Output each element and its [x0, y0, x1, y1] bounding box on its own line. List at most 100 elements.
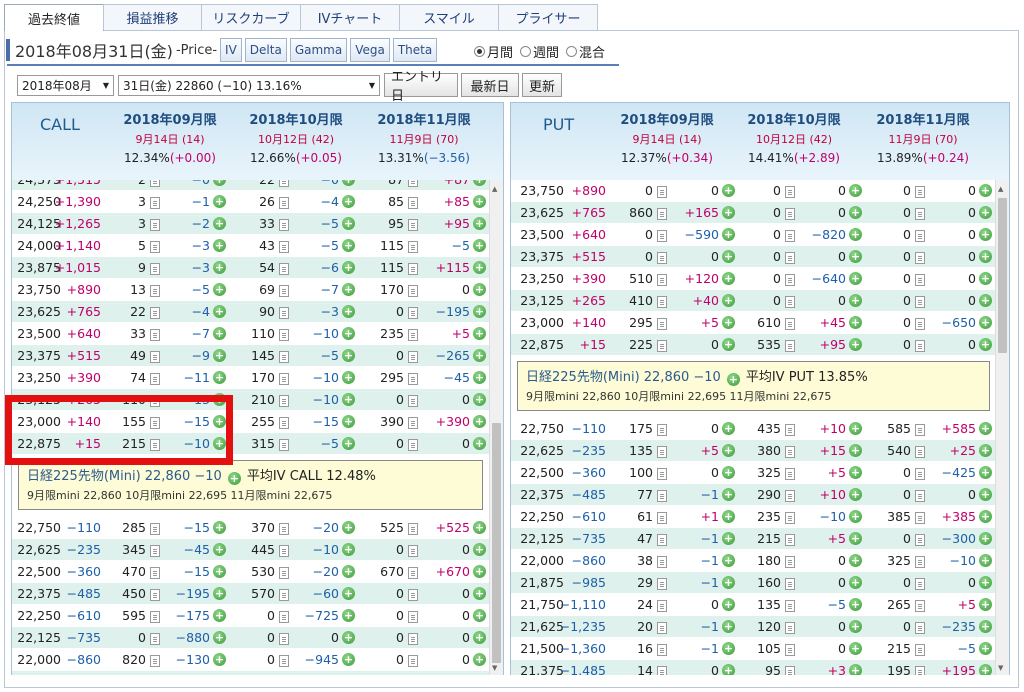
- add-icon[interactable]: +: [849, 316, 862, 329]
- document-icon[interactable]: [150, 611, 160, 623]
- add-icon[interactable]: +: [227, 472, 241, 485]
- scroll-thumb[interactable]: [492, 423, 501, 663]
- document-icon[interactable]: [785, 644, 795, 656]
- document-icon[interactable]: [150, 545, 160, 557]
- add-icon[interactable]: +: [213, 305, 226, 318]
- document-icon[interactable]: [915, 468, 925, 480]
- entry-date-button[interactable]: エントリ日: [384, 70, 458, 104]
- add-icon[interactable]: +: [979, 466, 992, 479]
- document-icon[interactable]: [408, 241, 418, 253]
- document-icon[interactable]: [785, 534, 795, 546]
- document-icon[interactable]: [408, 567, 418, 579]
- document-icon[interactable]: [657, 490, 667, 502]
- add-icon[interactable]: +: [213, 195, 226, 208]
- add-icon[interactable]: +: [849, 338, 862, 351]
- add-icon[interactable]: +: [979, 488, 992, 501]
- radio-monthly[interactable]: 月間: [474, 42, 513, 61]
- document-icon[interactable]: [657, 600, 667, 612]
- add-icon[interactable]: +: [342, 521, 355, 534]
- add-icon[interactable]: +: [473, 180, 486, 186]
- add-icon[interactable]: +: [979, 294, 992, 307]
- add-icon[interactable]: +: [213, 217, 226, 230]
- add-icon[interactable]: +: [213, 631, 226, 644]
- document-icon[interactable]: [657, 622, 667, 634]
- add-icon[interactable]: +: [213, 283, 226, 296]
- tab-pricer[interactable]: プライサー: [498, 4, 598, 30]
- tab-risk-curve[interactable]: リスクカーブ: [201, 4, 301, 30]
- add-icon[interactable]: +: [979, 554, 992, 567]
- document-icon[interactable]: [915, 622, 925, 634]
- document-icon[interactable]: [915, 208, 925, 220]
- document-icon[interactable]: [785, 446, 795, 458]
- add-icon[interactable]: +: [979, 444, 992, 457]
- add-icon[interactable]: +: [473, 653, 486, 666]
- document-icon[interactable]: [150, 197, 160, 209]
- iv-button[interactable]: IV: [220, 38, 242, 62]
- document-icon[interactable]: [915, 424, 925, 436]
- document-icon[interactable]: [150, 633, 160, 645]
- add-icon[interactable]: +: [342, 587, 355, 600]
- add-icon[interactable]: +: [213, 653, 226, 666]
- document-icon[interactable]: [915, 512, 925, 524]
- add-icon[interactable]: +: [473, 609, 486, 622]
- document-icon[interactable]: [150, 241, 160, 253]
- add-icon[interactable]: +: [849, 466, 862, 479]
- document-icon[interactable]: [279, 373, 289, 385]
- document-icon[interactable]: [915, 274, 925, 286]
- document-icon[interactable]: [150, 589, 160, 601]
- add-icon[interactable]: +: [722, 316, 735, 329]
- document-icon[interactable]: [279, 567, 289, 579]
- add-icon[interactable]: +: [722, 444, 735, 457]
- document-icon[interactable]: [408, 263, 418, 275]
- document-icon[interactable]: [915, 296, 925, 308]
- document-icon[interactable]: [408, 439, 418, 451]
- document-icon[interactable]: [408, 589, 418, 601]
- document-icon[interactable]: [408, 180, 418, 187]
- add-icon[interactable]: +: [979, 316, 992, 329]
- add-icon[interactable]: +: [342, 327, 355, 340]
- add-icon[interactable]: +: [722, 664, 735, 675]
- document-icon[interactable]: [408, 417, 418, 429]
- document-icon[interactable]: [915, 600, 925, 612]
- document-icon[interactable]: [279, 351, 289, 363]
- document-icon[interactable]: [915, 446, 925, 458]
- add-icon[interactable]: +: [979, 598, 992, 611]
- document-icon[interactable]: [408, 197, 418, 209]
- document-icon[interactable]: [279, 329, 289, 341]
- add-icon[interactable]: +: [213, 543, 226, 556]
- add-icon[interactable]: +: [473, 217, 486, 230]
- document-icon[interactable]: [657, 468, 667, 480]
- document-icon[interactable]: [408, 351, 418, 363]
- add-icon[interactable]: +: [979, 620, 992, 633]
- add-icon[interactable]: +: [979, 184, 992, 197]
- add-icon[interactable]: +: [979, 250, 992, 263]
- document-icon[interactable]: [279, 655, 289, 667]
- document-icon[interactable]: [408, 373, 418, 385]
- add-icon[interactable]: +: [473, 261, 486, 274]
- document-icon[interactable]: [785, 208, 795, 220]
- add-icon[interactable]: +: [849, 184, 862, 197]
- add-icon[interactable]: +: [722, 338, 735, 351]
- add-icon[interactable]: +: [473, 565, 486, 578]
- document-icon[interactable]: [408, 633, 418, 645]
- document-icon[interactable]: [408, 307, 418, 319]
- radio-mixed[interactable]: 混合: [566, 42, 605, 61]
- document-icon[interactable]: [150, 373, 160, 385]
- add-icon[interactable]: +: [722, 554, 735, 567]
- add-icon[interactable]: +: [342, 349, 355, 362]
- document-icon[interactable]: [408, 655, 418, 667]
- add-icon[interactable]: +: [849, 250, 862, 263]
- add-icon[interactable]: +: [213, 565, 226, 578]
- add-icon[interactable]: +: [213, 609, 226, 622]
- refresh-button[interactable]: 更新: [522, 73, 562, 97]
- add-icon[interactable]: +: [722, 206, 735, 219]
- add-icon[interactable]: +: [342, 283, 355, 296]
- add-icon[interactable]: +: [342, 371, 355, 384]
- document-icon[interactable]: [915, 186, 925, 198]
- document-icon[interactable]: [150, 307, 160, 319]
- add-icon[interactable]: +: [722, 510, 735, 523]
- document-icon[interactable]: [915, 644, 925, 656]
- document-icon[interactable]: [915, 578, 925, 590]
- document-icon[interactable]: [785, 578, 795, 590]
- document-icon[interactable]: [785, 468, 795, 480]
